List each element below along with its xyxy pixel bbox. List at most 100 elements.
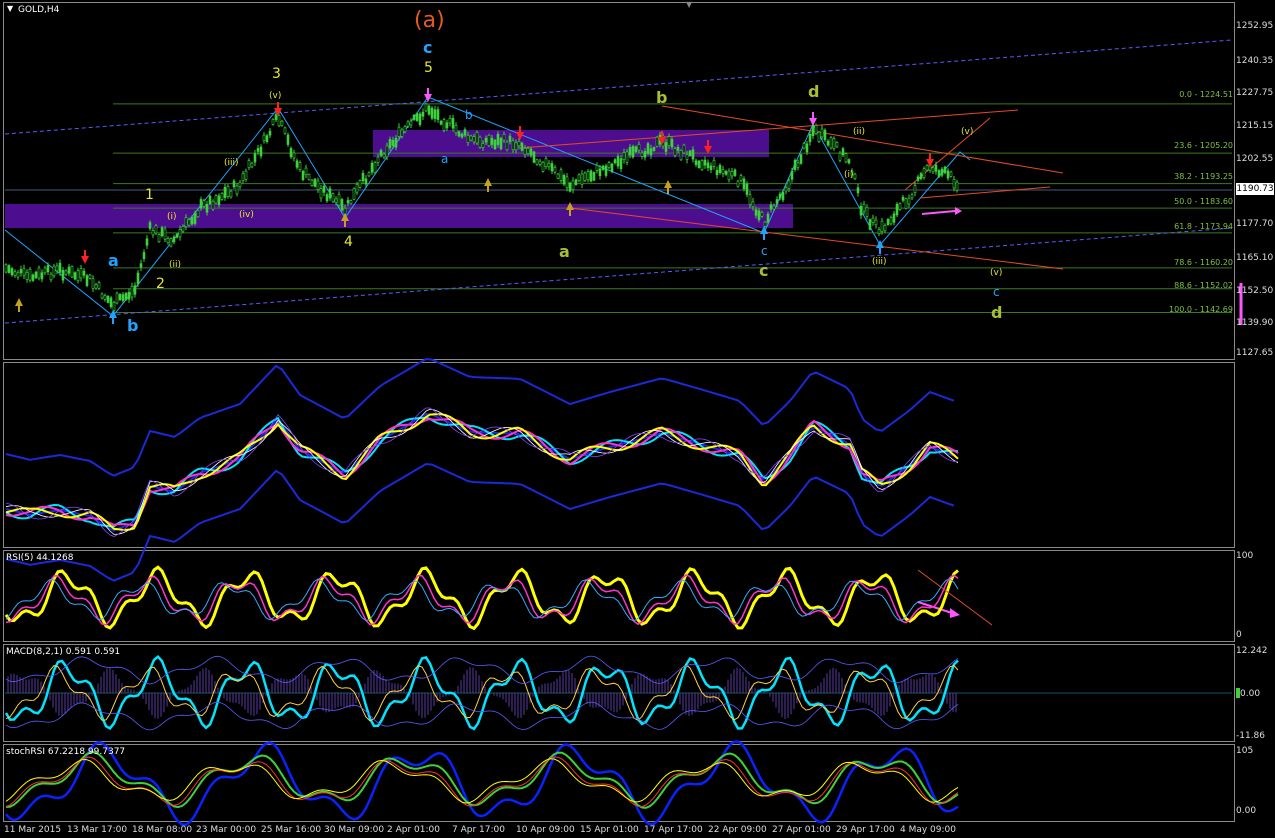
candle-body: [910, 194, 914, 199]
candle-body: [217, 195, 221, 206]
candle-body: [292, 152, 296, 159]
candle-body: [115, 292, 119, 304]
candle-body: [586, 171, 590, 181]
candle-body: [808, 133, 812, 143]
scroll-marker-icon[interactable]: ▼: [686, 0, 692, 9]
candle-body: [853, 173, 857, 180]
candle-body: [382, 153, 386, 158]
price-axis-label: 1152.50: [1236, 286, 1274, 296]
candle-body: [472, 136, 476, 143]
candle-body: [907, 197, 911, 205]
macd-title: MACD(8,2,1) 0.591 0.591: [6, 647, 121, 657]
candle-body: [904, 198, 908, 209]
candle-body: [331, 193, 335, 203]
candle-body: [112, 302, 116, 311]
candle-body: [523, 148, 527, 155]
candle-body: [568, 182, 572, 192]
candle-body: [196, 210, 200, 218]
candle-body: [163, 228, 167, 240]
macd-axis-zero: 0.00: [1240, 689, 1261, 699]
symbol-title: GOLD,H4: [18, 5, 60, 15]
down-arrow-icon: [81, 250, 89, 264]
candle-body: [238, 182, 242, 188]
candle-body: [403, 126, 407, 132]
candle-body: [766, 213, 770, 223]
fib-level-label: 78.6 - 1160.20: [1174, 258, 1233, 267]
candle-body: [730, 171, 734, 177]
candle-body: [601, 165, 605, 170]
candle-body: [28, 268, 32, 281]
price-axis-label: 1202.55: [1236, 154, 1274, 164]
rsi-axis-0: 0: [1236, 630, 1242, 640]
wave-label-iii-small: (iii): [224, 158, 239, 168]
candle-body: [118, 294, 122, 301]
candle-body: [394, 137, 398, 148]
price-axis-label: 1240.35: [1236, 56, 1274, 66]
fib-level-label: 23.6 - 1205.20: [1174, 141, 1233, 150]
candle-body: [376, 156, 380, 163]
time-axis-label: 15 Apr 01:00: [580, 825, 639, 835]
wave-label-c-top: c: [423, 38, 433, 57]
candle-body: [877, 229, 881, 234]
candle-body: [265, 135, 269, 142]
rsi-title: RSI(5) 44.1268: [6, 553, 74, 563]
candle-body: [460, 133, 464, 138]
candle-body: [682, 144, 686, 154]
time-axis-label: 10 Apr 09:00: [516, 825, 575, 835]
candle-body: [925, 165, 929, 171]
candle-body: [286, 134, 290, 145]
candle-body: [433, 109, 437, 119]
candle-body: [583, 172, 587, 181]
candle-body: [844, 153, 848, 163]
candle-body: [709, 165, 713, 171]
rsi-trend-line: [917, 569, 993, 626]
candle-body: [412, 114, 416, 120]
wave-path-blue-right: [763, 122, 971, 246]
candle-body: [871, 217, 875, 223]
price-axis-label: 1127.65: [1236, 348, 1274, 358]
candle-body: [454, 125, 458, 133]
time-axis-label: 25 Mar 16:00: [261, 825, 322, 835]
candle-body: [628, 147, 632, 156]
candle-body: [22, 268, 26, 276]
candle-body: [643, 151, 647, 158]
candle-body: [19, 269, 23, 274]
candle-body: [415, 113, 419, 121]
wave-label-big-a: (a): [414, 8, 445, 33]
price-axis-label: 1177.70: [1236, 219, 1274, 229]
candle-body: [250, 162, 254, 168]
candle-body: [739, 175, 743, 181]
wave-label-b-left: b: [127, 316, 139, 335]
wave-label-4: 4: [344, 234, 353, 250]
menu-triangle-icon[interactable]: ▼: [7, 4, 13, 13]
candle-body: [268, 130, 272, 136]
candle-body: [493, 139, 497, 150]
candle-body: [802, 143, 806, 149]
candle-body: [478, 136, 482, 148]
channel-lower-line: [4, 227, 1233, 324]
candle-body: [283, 127, 287, 134]
candle-body: [424, 103, 428, 112]
candle-body: [790, 170, 794, 180]
wave-label-c-green: c: [759, 261, 769, 280]
candle-body: [517, 141, 521, 147]
candle-body: [721, 169, 725, 174]
pink-arrow-main: [921, 210, 956, 215]
candle-body: [799, 154, 803, 164]
candle-body: [778, 193, 782, 199]
candle-body: [520, 142, 524, 151]
candle-body: [127, 291, 131, 300]
candle-body: [64, 270, 68, 275]
candle-body: [832, 138, 836, 149]
candle-body: [688, 150, 692, 156]
rsi-axis-100: 100: [1236, 551, 1254, 561]
candle-body: [349, 200, 353, 204]
candle-body: [784, 187, 788, 192]
fib-level-label: 50.0 - 1183.60: [1174, 197, 1233, 206]
candle-body: [103, 295, 107, 300]
price-chart-canvas: [4, 39, 1243, 826]
candle-body: [346, 199, 350, 204]
candle-body: [49, 273, 53, 281]
candle-body: [895, 203, 899, 216]
candle-body: [577, 174, 581, 181]
